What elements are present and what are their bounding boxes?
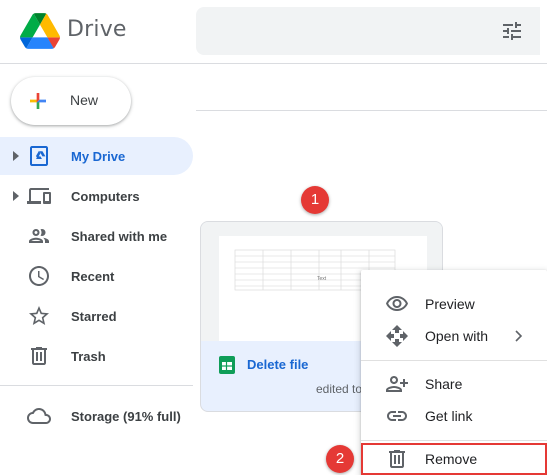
remove-highlight-box (361, 443, 547, 475)
new-button-label: New (70, 92, 99, 108)
my-drive-icon (30, 146, 48, 166)
file-name: Delete file (247, 357, 309, 372)
google-drive-logo-icon (20, 13, 60, 49)
sidebar-item-recent[interactable]: Recent (0, 257, 193, 295)
link-icon (387, 411, 407, 421)
shared-icon (29, 229, 49, 243)
search-options-icon[interactable] (500, 19, 524, 43)
menu-item-open-with[interactable]: Open with (361, 320, 547, 352)
menu-divider (361, 440, 547, 441)
sidebar-item-label: Trash (71, 349, 106, 364)
step-1-badge: 1 (301, 186, 329, 214)
menu-item-share[interactable]: Share (361, 368, 547, 400)
sidebar-divider (0, 385, 193, 386)
expand-caret-icon[interactable] (11, 189, 21, 203)
sidebar-item-label: Shared with me (71, 229, 168, 244)
thumbnail-text: Text (317, 276, 327, 282)
eye-icon (386, 296, 408, 311)
storage-label: Storage (91% full) (71, 409, 181, 424)
menu-item-label: Open with (425, 328, 489, 344)
sidebar-item-my-drive[interactable]: My Drive (0, 137, 193, 175)
search-bar[interactable] (196, 7, 540, 55)
sidebar-item-starred[interactable]: Starred (0, 297, 193, 335)
menu-item-preview[interactable]: Preview (361, 288, 547, 320)
toolbar-divider (196, 110, 547, 111)
sidebar-item-storage[interactable]: Storage (91% full) (0, 397, 193, 435)
step-2-badge: 2 (326, 445, 354, 473)
sidebar-item-label: Recent (71, 269, 115, 284)
sidebar-item-label: Starred (71, 309, 117, 324)
plus-icon (30, 93, 46, 109)
menu-item-get-link[interactable]: Get link (361, 400, 547, 432)
sidebar-item-shared-with-me[interactable]: Shared with me (0, 217, 193, 255)
expand-caret-icon[interactable] (11, 149, 21, 163)
person-add-icon (386, 376, 408, 392)
file-meta: edited to (316, 382, 363, 396)
cloud-icon (27, 408, 51, 424)
menu-item-label: Preview (425, 296, 475, 312)
sidebar-item-label: My Drive (71, 149, 126, 164)
clock-icon (29, 266, 49, 286)
computers-icon (27, 188, 51, 204)
new-button[interactable]: New (11, 77, 131, 125)
chevron-right-icon (515, 330, 523, 342)
move-icon (386, 325, 408, 347)
app-title: Drive (67, 17, 127, 42)
trash-icon (31, 347, 47, 365)
menu-item-label: Share (425, 376, 463, 392)
sidebar-item-label: Computers (71, 189, 140, 204)
header-divider (0, 63, 547, 64)
star-icon (29, 306, 49, 325)
sidebar-item-trash[interactable]: Trash (0, 337, 193, 375)
google-sheets-icon (219, 356, 235, 374)
sidebar-item-computers[interactable]: Computers (0, 177, 193, 215)
menu-item-label: Get link (425, 408, 473, 424)
menu-divider (361, 360, 547, 361)
